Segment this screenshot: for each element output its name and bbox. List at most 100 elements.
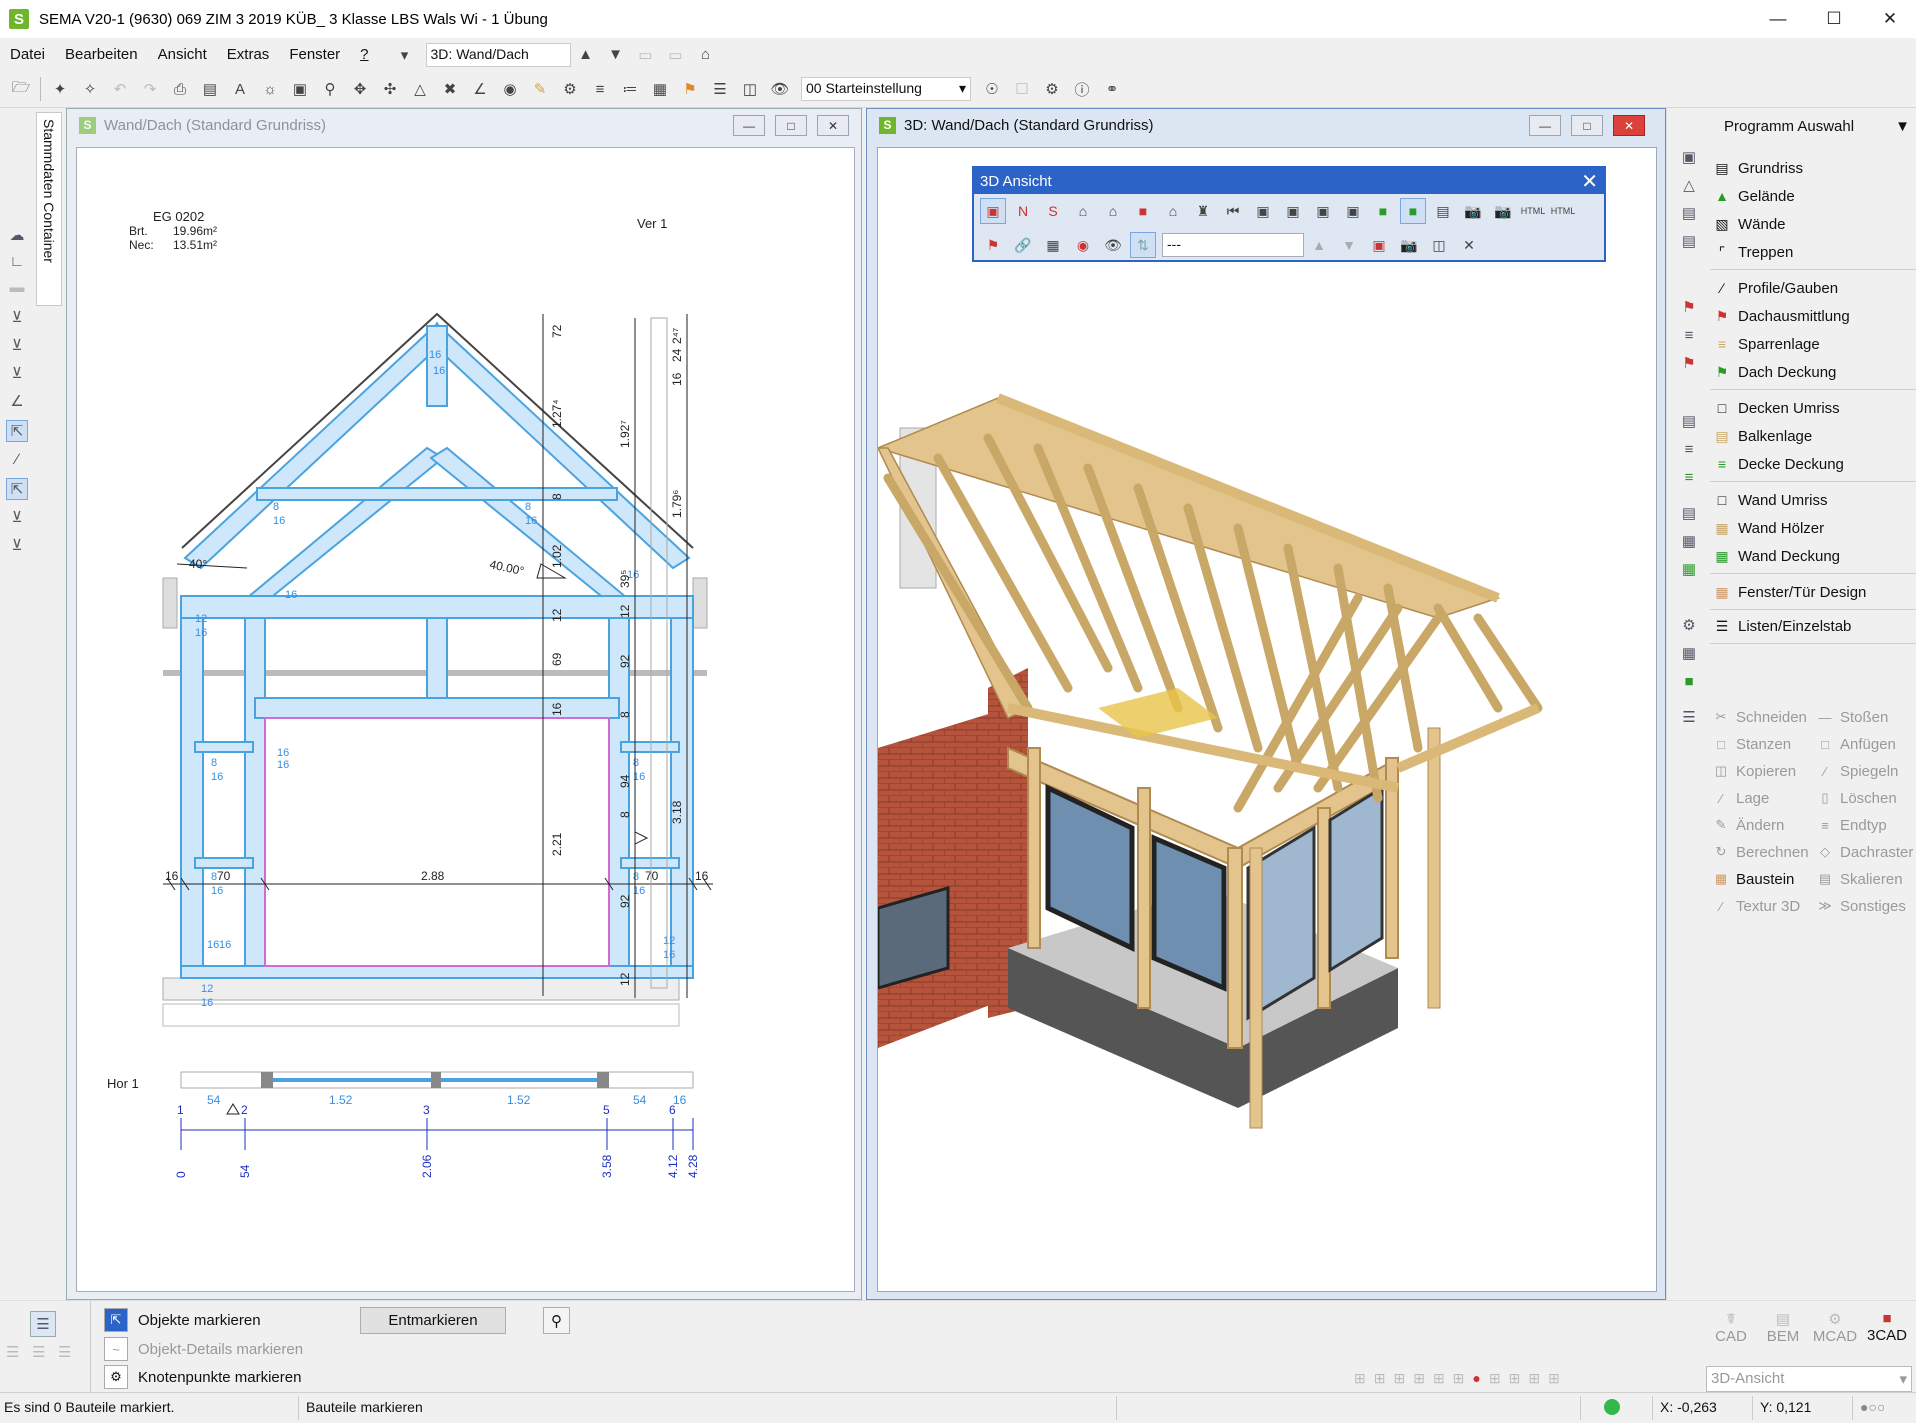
program-item-decken-umriss[interactable]: □ Decken Umriss [1710,394,1916,422]
view-3d-icon[interactable]: ▣ [980,198,1006,224]
layer-c-icon[interactable]: ☰ [58,1343,71,1361]
strip-terrain-icon[interactable]: △ [1676,172,1702,198]
view-south-icon[interactable]: S [1040,198,1066,224]
beam-tool-icon[interactable]: ⊻ [6,534,28,556]
minimize-button[interactable]: — [1750,0,1806,38]
mode-bem[interactable]: ▤ BEM [1758,1310,1808,1345]
disabled-tool-icon[interactable]: ▬ [6,276,28,298]
menu-datei[interactable]: Datei [0,46,55,63]
strip-window-icon[interactable]: ▦ [1676,640,1702,666]
visibility-icon[interactable]: 👁 [768,77,792,101]
eye-settings-icon[interactable]: ☉ [980,77,1004,101]
snap-b-icon[interactable]: ⊞ [1374,1370,1386,1387]
view-select[interactable]: 3D-Ansicht ▾ [1706,1366,1912,1392]
export-icon[interactable]: ▤ [198,77,222,101]
layer-a-icon[interactable]: ☰ [6,1343,19,1361]
cmd-sonstiges[interactable]: ≫ Sonstiges [1816,893,1906,919]
truss-tool-b-icon[interactable]: ⊻ [6,334,28,356]
angle-icon[interactable]: ∠ [468,77,492,101]
info-icon[interactable]: ⓘ [1070,77,1094,101]
strip-wall-outline-icon[interactable]: ▤ [1676,500,1702,526]
mode-cad[interactable]: ☤ CAD [1706,1310,1756,1345]
drawing-close-button[interactable]: ✕ [817,115,849,136]
drawing-minimize-button[interactable]: — [733,115,765,136]
strip-3d-box-icon[interactable]: ■ [1676,668,1702,694]
camera-icon[interactable]: 📷 [1460,198,1486,224]
cmd-kopieren[interactable]: ◫ Kopieren [1712,758,1796,784]
strip-settings-icon[interactable]: ⚙ [1676,612,1702,638]
strip-beam-icon[interactable]: ≡ [1676,436,1702,462]
cube-green-icon[interactable]: ■ [1370,198,1396,224]
strip-roof-cover-icon[interactable]: ⚑ [1676,350,1702,376]
strip-wall-cover-icon[interactable]: ▦ [1676,556,1702,582]
redo-icon[interactable]: ↷ [138,77,162,101]
walk-icon[interactable]: ♜ [1190,198,1216,224]
drawing-canvas[interactable]: EG 0202 Brt. 19.96m² Nec: 13.51m² Ver 1 [76,147,855,1292]
cube-front-icon[interactable]: ▣ [1250,198,1276,224]
link-icon[interactable]: 🔗 [1010,232,1036,258]
binoculars-icon[interactable]: ⚭ [1100,77,1124,101]
strip-rafter-icon[interactable]: ≡ [1676,322,1702,348]
program-item-profile[interactable]: ∕ Profile/Gauben [1710,274,1916,302]
text-icon[interactable]: A [228,77,252,101]
drawing-maximize-button[interactable]: □ [775,115,807,136]
cmd-baustein[interactable]: ▦ Baustein [1712,866,1795,892]
frame-icon[interactable]: ◫ [738,77,762,101]
view-solid-icon[interactable]: ■ [1130,198,1156,224]
list-tool-icon[interactable]: ☰ [708,77,732,101]
copy-view-icon[interactable]: ◫ [1426,232,1452,258]
home-icon[interactable]: ⌂ [694,43,718,67]
view-3d-canvas[interactable] [875,147,1657,1292]
stammdaten-container-tab[interactable]: Stammdaten Container [36,112,62,306]
view-house-c-icon[interactable]: ⌂ [1160,198,1186,224]
window-list-icon[interactable]: ▾ [393,43,417,67]
snap-tool-icon[interactable]: ⇱ [6,478,28,500]
cmd-endtyp[interactable]: ≡ Endtyp [1816,812,1887,838]
snap-g-icon[interactable]: ⊞ [1489,1370,1501,1387]
delete-view-icon[interactable]: ✕ [1456,232,1482,258]
program-item-waende[interactable]: ▧ Wände [1710,210,1916,238]
eye-dropdown-icon[interactable]: 👁 [1100,232,1126,258]
strip-list-icon[interactable]: ☰ [1676,704,1702,730]
layer-b-icon[interactable]: ☰ [32,1343,45,1361]
view-house-a-icon[interactable]: ⌂ [1070,198,1096,224]
program-item-sparrenlage[interactable]: ≡ Sparrenlage [1710,330,1916,358]
first-frame-icon[interactable]: ⏮ [1220,198,1246,224]
up-arrow-icon[interactable]: ▲ [1306,232,1332,258]
light-icon[interactable]: ☼ [258,77,282,101]
marker-icon[interactable]: ⚑ [980,232,1006,258]
html-export-icon[interactable]: HTML [1520,198,1546,224]
cmd-stossen[interactable]: — Stoßen [1816,704,1889,730]
move-icon[interactable]: ✣ [378,77,402,101]
cloud-icon[interactable]: ☁ [6,224,28,246]
cmd-berechnen[interactable]: ↻ Berechnen [1712,839,1809,865]
mode-mcad[interactable]: ⚙ MCAD [1810,1310,1860,1345]
snap-a-icon[interactable]: ⊞ [1354,1370,1366,1387]
view-3d-maximize-button[interactable]: □ [1571,115,1603,136]
program-item-balkenlage[interactable]: ▤ Balkenlage [1710,422,1916,450]
next-window-icon[interactable]: ▼ [604,43,628,67]
point-icon[interactable]: ✖ [438,77,462,101]
strip-floorplan-icon[interactable]: ▣ [1676,144,1702,170]
select-tool-icon[interactable]: ⇱ [6,420,28,442]
search-icon[interactable]: ⚲ [543,1307,570,1334]
cmd-textur-3d[interactable]: ∕ Textur 3D [1712,893,1800,919]
cmd-aendern[interactable]: ✎ Ändern [1712,812,1785,838]
cmd-schneiden[interactable]: ✂ Schneiden [1712,704,1807,730]
program-item-treppen[interactable]: ⌜ Treppen [1710,238,1916,266]
measure-icon[interactable]: ≡ [588,77,612,101]
program-item-fenster-tuer[interactable]: ▦ Fenster/Tür Design [1710,578,1916,606]
cube-iso-icon[interactable]: ▣ [1340,198,1366,224]
program-item-gelaende[interactable]: ▲ Gelände [1710,182,1916,210]
line-tool-icon[interactable]: ∕ [6,448,28,470]
snap-h-icon[interactable]: ⊞ [1509,1370,1521,1387]
layers-toggle-icon[interactable]: ☰ [30,1311,56,1337]
angle-tool-icon[interactable]: ∟ [6,250,28,272]
snap-icon[interactable]: △ [408,77,432,101]
strip-ceiling-icon[interactable]: ▤ [1676,408,1702,434]
close-button[interactable]: ✕ [1862,0,1916,38]
cmd-loeschen[interactable]: ▯ Löschen [1816,785,1896,811]
mode-3cad[interactable]: ■ 3CAD [1862,1310,1912,1344]
zoom-window-icon[interactable]: ▣ [288,77,312,101]
program-item-listen[interactable]: ☰ Listen/Einzelstab [1710,612,1916,640]
